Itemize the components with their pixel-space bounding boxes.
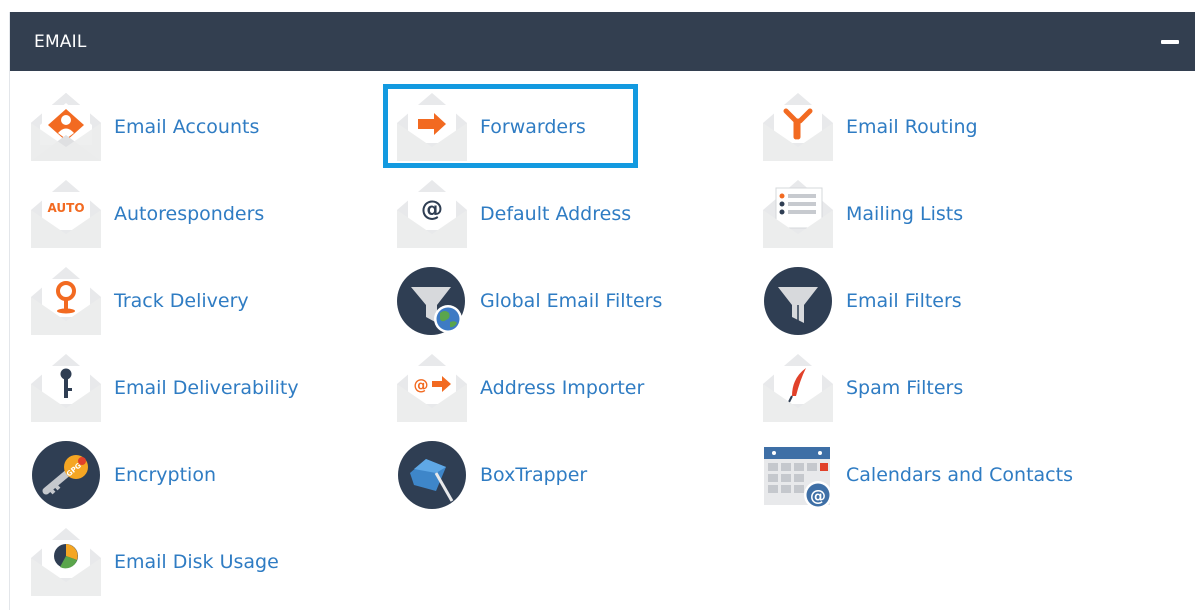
default-address-link[interactable]: @ Default Address [396, 179, 726, 249]
calendars-and-contacts-icon: @ [762, 439, 834, 511]
email-filters-link[interactable]: Email Filters [762, 266, 1092, 336]
svg-text:AUTO: AUTO [47, 201, 84, 215]
address-importer-link[interactable]: @ Address Importer [396, 353, 726, 423]
svg-text:@: @ [810, 486, 826, 505]
global-email-filters-label: Global Email Filters [480, 290, 663, 312]
collapse-button[interactable] [1157, 29, 1183, 55]
boxtrapper-icon [396, 439, 468, 511]
global-email-filters-link[interactable]: Global Email Filters [396, 266, 726, 336]
boxtrapper-label: BoxTrapper [480, 464, 588, 486]
default-address-icon: @ [396, 178, 468, 250]
minus-icon [1161, 39, 1179, 44]
email-disk-usage-icon [30, 526, 102, 598]
email-routing-label: Email Routing [846, 116, 978, 138]
mailing-lists-icon [762, 178, 834, 250]
autoresponders-icon: AUTO [30, 178, 102, 250]
email-section-panel: EMAIL Email Accounts Forwarders Email Ro… [9, 12, 1195, 610]
track-delivery-label: Track Delivery [114, 290, 249, 312]
svg-text:@: @ [414, 376, 429, 394]
calendars-and-contacts-label: Calendars and Contacts [846, 464, 1073, 486]
calendars-and-contacts-link[interactable]: @ Calendars and Contacts [762, 440, 1092, 510]
autoresponders-label: Autoresponders [114, 203, 265, 225]
email-disk-usage-label: Email Disk Usage [114, 551, 279, 573]
email-deliverability-label: Email Deliverability [114, 377, 299, 399]
email-routing-link[interactable]: Email Routing [762, 92, 1092, 162]
mailing-lists-label: Mailing Lists [846, 203, 964, 225]
spam-filters-link[interactable]: Spam Filters [762, 353, 1092, 423]
global-email-filters-icon [396, 265, 468, 337]
email-deliverability-link[interactable]: Email Deliverability [30, 353, 360, 423]
email-tools-grid: Email Accounts Forwarders Email Routing … [10, 71, 1195, 610]
address-importer-icon: @ [396, 352, 468, 424]
spam-filters-icon [762, 352, 834, 424]
encryption-icon: GPG [30, 439, 102, 511]
encryption-link[interactable]: GPG Encryption [30, 440, 360, 510]
address-importer-label: Address Importer [480, 377, 645, 399]
forwarders-label: Forwarders [480, 116, 586, 138]
email-accounts-link[interactable]: Email Accounts [30, 92, 360, 162]
track-delivery-icon [30, 265, 102, 337]
section-title: EMAIL [34, 31, 87, 52]
email-routing-icon [762, 91, 834, 163]
forwarders-icon [396, 91, 468, 163]
email-filters-icon [762, 265, 834, 337]
track-delivery-link[interactable]: Track Delivery [30, 266, 360, 336]
email-disk-usage-link[interactable]: Email Disk Usage [30, 527, 360, 597]
autoresponders-link[interactable]: AUTO Autoresponders [30, 179, 360, 249]
default-address-label: Default Address [480, 203, 632, 225]
mailing-lists-link[interactable]: Mailing Lists [762, 179, 1092, 249]
boxtrapper-link[interactable]: BoxTrapper [396, 440, 726, 510]
email-accounts-icon [30, 91, 102, 163]
spam-filters-label: Spam Filters [846, 377, 964, 399]
email-accounts-label: Email Accounts [114, 116, 260, 138]
forwarders-link[interactable]: Forwarders [396, 92, 726, 162]
section-header[interactable]: EMAIL [10, 12, 1195, 71]
encryption-label: Encryption [114, 464, 217, 486]
email-filters-label: Email Filters [846, 290, 962, 312]
email-deliverability-icon [30, 352, 102, 424]
svg-text:@: @ [421, 197, 443, 222]
